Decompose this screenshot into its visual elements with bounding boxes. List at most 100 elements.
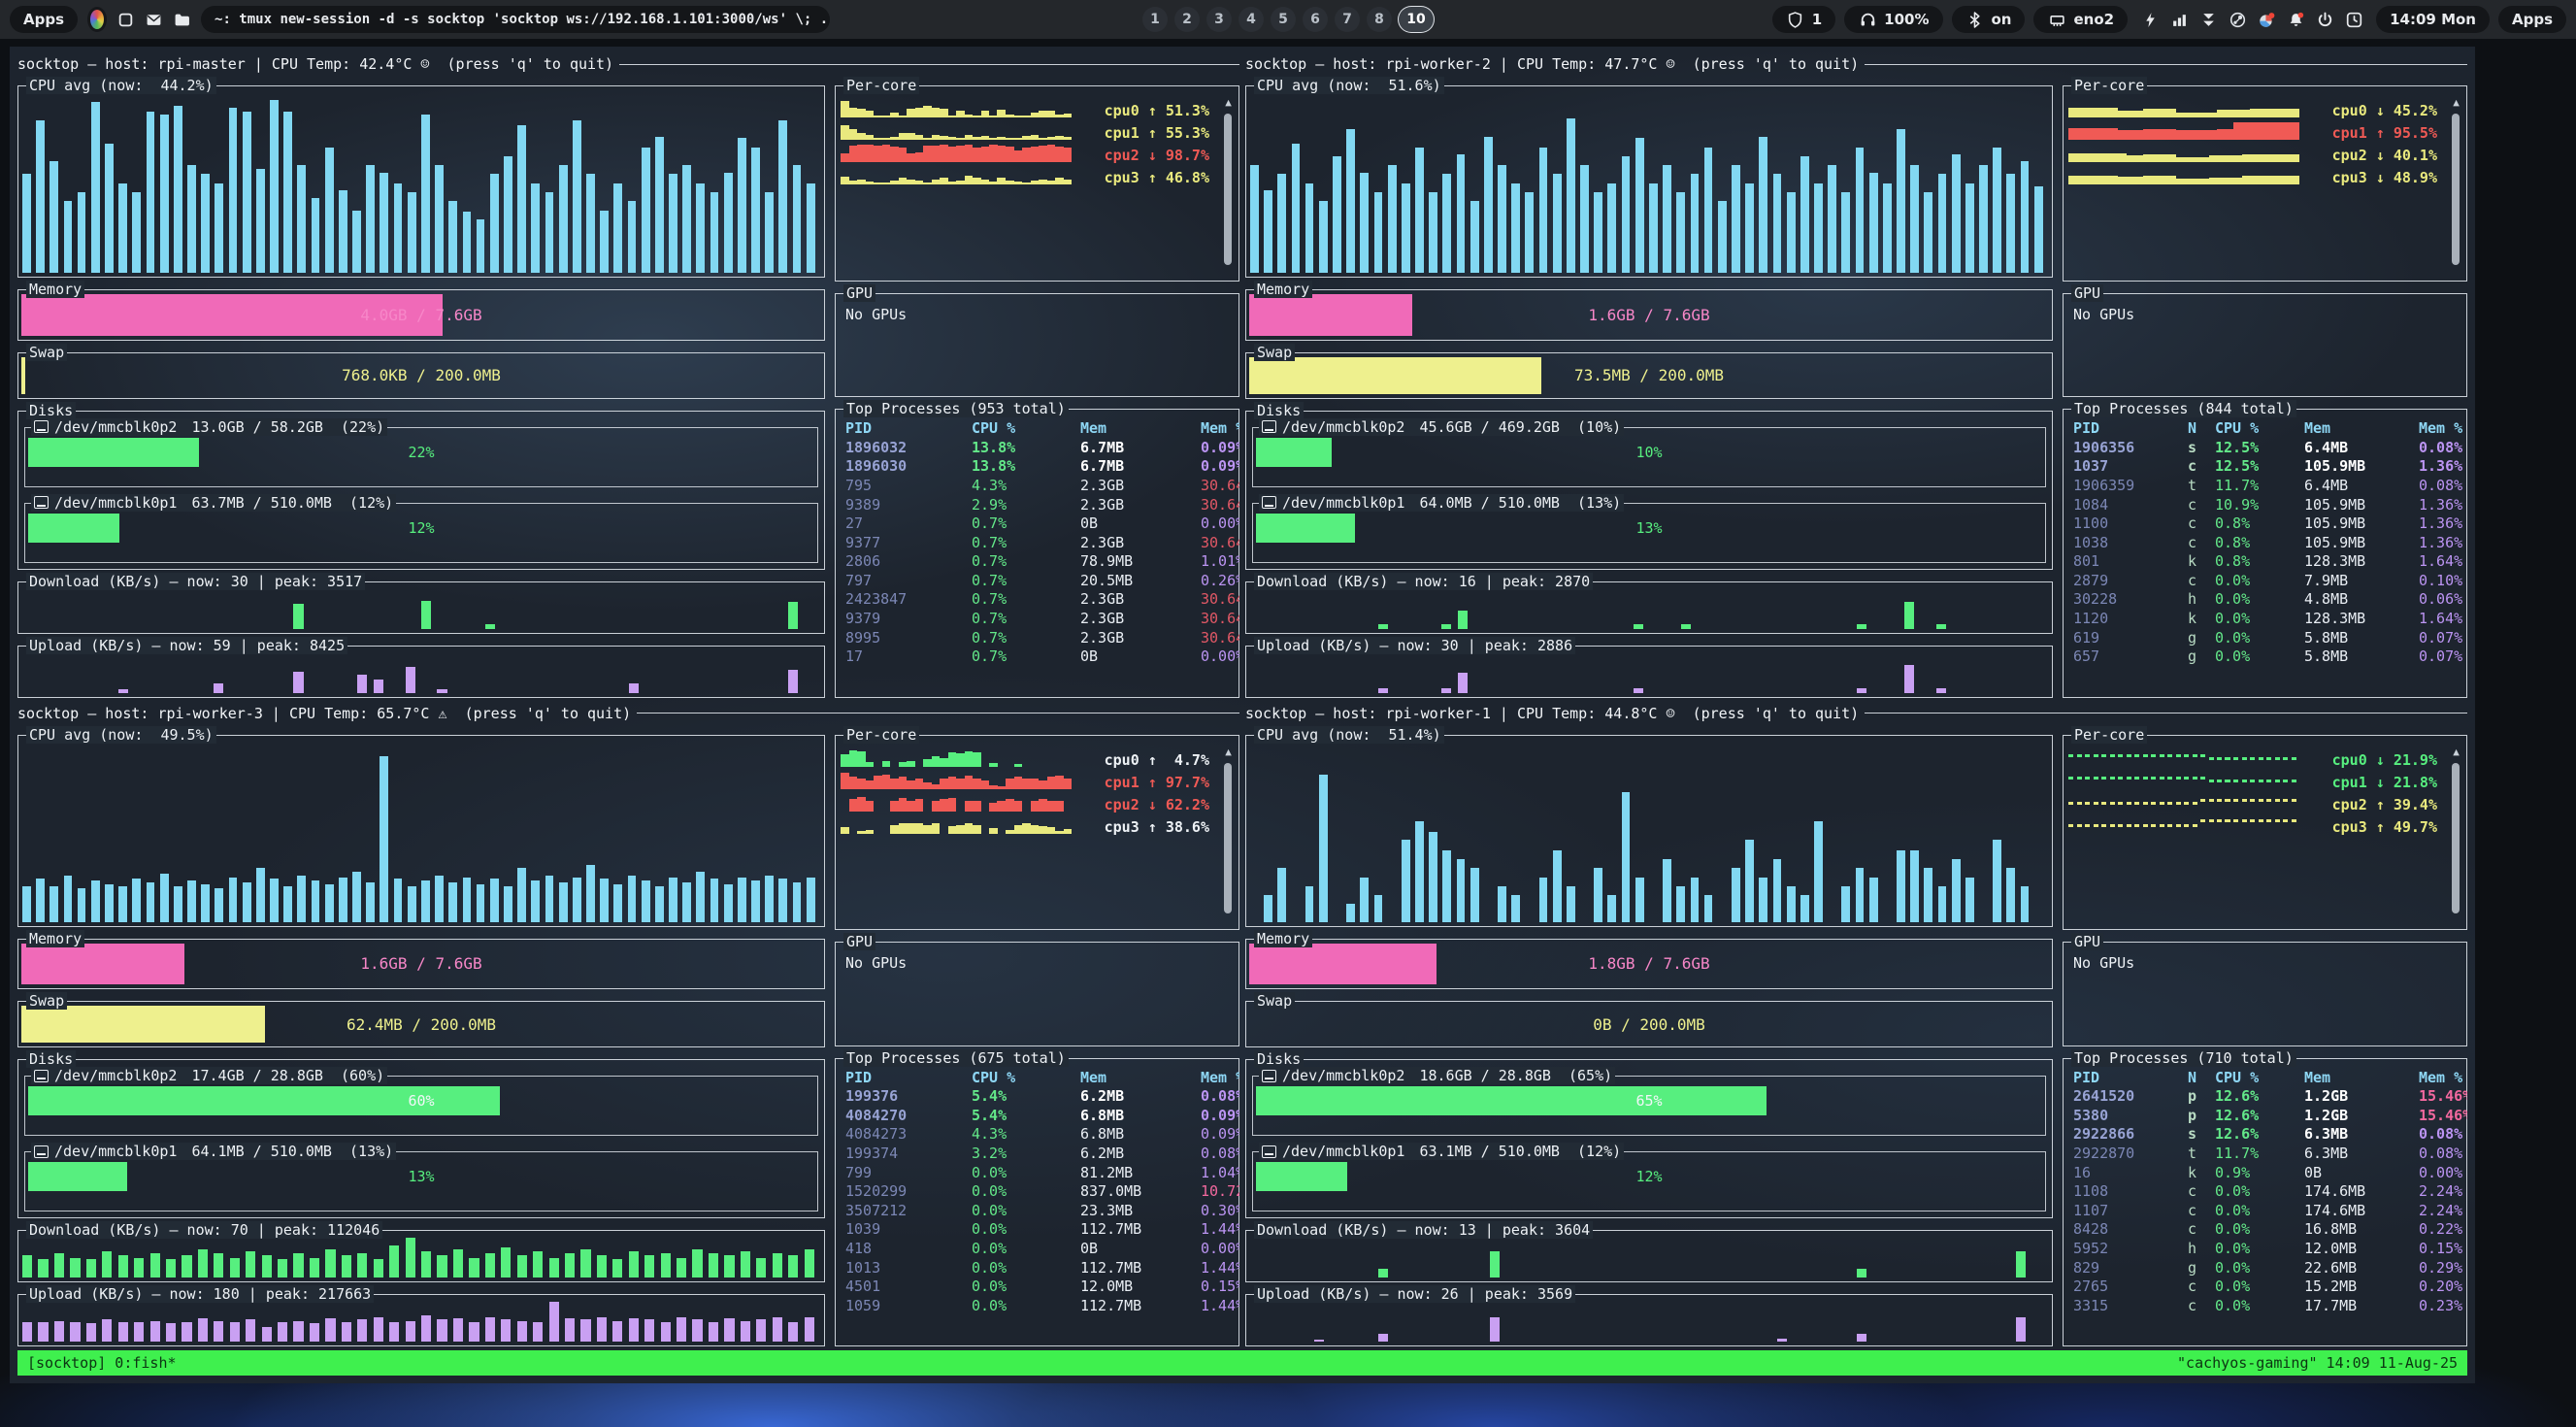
graph-bar — [2242, 799, 2247, 802]
power-icon[interactable] — [2315, 10, 2334, 29]
graph-bar — [669, 878, 677, 922]
cpu-avg-panel-graph — [22, 93, 820, 273]
status-pill-network[interactable]: eno2 — [2033, 6, 2128, 33]
graph-bar — [2167, 754, 2172, 757]
updates-chevron-icon[interactable] — [2198, 10, 2218, 29]
graph-bar — [907, 780, 915, 789]
terminal-pane-rpi-worker-2[interactable]: socktop — host: rpi-worker-2 | CPU Temp:… — [1245, 54, 2467, 698]
per-core-scrollbar[interactable]: ▲ — [1223, 98, 1234, 265]
graph-bar — [1498, 165, 1506, 273]
history-icon[interactable] — [2344, 10, 2363, 29]
steam-icon[interactable] — [2228, 10, 2247, 29]
status-pill-shield[interactable]: 1 — [1772, 6, 1835, 33]
terminal-pane-rpi-master[interactable]: socktop — host: rpi-master | CPU Temp: 4… — [17, 54, 1239, 698]
disk-usage-percent: 12% — [1253, 1162, 2045, 1191]
process-cell: 10.9% — [2215, 496, 2304, 515]
disk-size: 17.4GB / 28.8GB (60%) — [182, 1067, 384, 1084]
graph-bar — [357, 675, 367, 693]
app-circle-icon[interactable] — [87, 10, 107, 29]
scroll-up-icon[interactable]: ▲ — [1223, 98, 1234, 108]
cpu-avg-panel-graph — [1250, 743, 2048, 922]
clock-button[interactable]: 14:09 Mon — [2376, 6, 2490, 33]
workspace-8[interactable]: 8 — [1367, 7, 1392, 32]
graph-bar — [2143, 154, 2152, 162]
pane-left-column: CPU avg (now: 49.5%)Memory1.6GB / 7.6GBS… — [17, 725, 825, 1347]
graph-bar — [1346, 904, 1355, 922]
terminal-window[interactable]: socktop — host: rpi-master | CPU Temp: 4… — [10, 47, 2475, 1383]
graph-bar — [2259, 176, 2267, 184]
package-update-icon[interactable] — [2257, 10, 2276, 29]
mail-icon[interactable] — [144, 10, 163, 29]
graph-bar — [477, 219, 485, 274]
workspace-10[interactable]: 10 — [1399, 7, 1434, 32]
scrollbar-track[interactable] — [2452, 763, 2460, 914]
graph-bar — [1022, 136, 1031, 140]
process-cell: 8995 — [845, 629, 972, 648]
bell-icon[interactable] — [2286, 10, 2305, 29]
status-pill-headphones[interactable]: 100% — [1844, 6, 1942, 33]
apps-button-right[interactable]: Apps — [2498, 6, 2566, 33]
disks-panel: Disks/dev/mmcblk0p2 13.0GB / 58.2GB (22%… — [17, 411, 825, 570]
process-cell: 12.5% — [2215, 457, 2304, 477]
process-cell: 0.00% — [1201, 647, 1239, 667]
process-cell: k — [2188, 1164, 2215, 1183]
scrollbar-track[interactable] — [1224, 114, 1232, 265]
graph-bar — [2176, 179, 2185, 184]
apps-button-left[interactable]: Apps — [10, 6, 78, 33]
process-row: 189603013.8%6.7MB0.09% — [845, 457, 1233, 477]
graph-bar — [981, 147, 990, 163]
graph-bar — [533, 1322, 543, 1342]
window-icon[interactable] — [116, 10, 135, 29]
per-core-scrollbar[interactable]: ▲ — [2451, 98, 2461, 265]
folder-icon[interactable] — [172, 10, 191, 29]
graph-bar — [469, 1322, 479, 1343]
process-cell: 6.4MB — [2304, 477, 2419, 496]
scroll-up-icon[interactable]: ▲ — [2451, 98, 2461, 108]
audio-levels-icon[interactable] — [2169, 10, 2189, 29]
per-core-scrollbar[interactable]: ▲ — [1223, 747, 1234, 914]
upload-panel-label: Upload (KB/s) — now: 59 | peak: 8425 — [26, 637, 347, 654]
graph-bar — [2193, 179, 2201, 184]
graph-bar — [788, 602, 798, 628]
workspace-1[interactable]: 1 — [1142, 7, 1168, 32]
scroll-up-icon[interactable]: ▲ — [2451, 747, 2461, 757]
workspace-4[interactable]: 4 — [1238, 7, 1264, 32]
graph-bar — [246, 1251, 255, 1278]
per-core-scrollbar[interactable]: ▲ — [2451, 747, 2461, 914]
scrollbar-track[interactable] — [1224, 763, 1232, 914]
lightning-icon[interactable] — [2140, 10, 2160, 29]
status-pill-bluetooth[interactable]: on — [1952, 6, 2026, 33]
graph-bar — [2275, 799, 2280, 802]
window-title-button[interactable]: ~: tmux new-session -d -s socktop 'sockt… — [201, 6, 830, 33]
graph-bar — [256, 169, 265, 274]
process-cell: 2922866 — [2073, 1125, 2188, 1145]
process-cell: 1100 — [2073, 514, 2188, 534]
graph-bar — [2217, 799, 2222, 802]
graph-bar — [2167, 802, 2172, 805]
graph-bar — [2167, 109, 2176, 117]
graph-bar — [1378, 688, 1388, 692]
graph-bar — [2283, 757, 2288, 760]
process-cell: 2.24% — [2419, 1182, 2462, 1202]
graph-bar — [2200, 777, 2205, 780]
workspace-5[interactable]: 5 — [1271, 7, 1296, 32]
graph-bar — [882, 775, 891, 789]
terminal-pane-rpi-worker-3[interactable]: socktop — host: rpi-worker-3 | CPU Temp:… — [17, 704, 1239, 1347]
workspace-6[interactable]: 6 — [1303, 7, 1328, 32]
shield-icon — [1786, 10, 1805, 29]
graph-bar — [2283, 780, 2288, 782]
graph-bar — [629, 1318, 639, 1342]
terminal-pane-rpi-worker-1[interactable]: socktop — host: rpi-worker-1 | CPU Temp:… — [1245, 704, 2467, 1347]
graph-bar — [2167, 129, 2176, 140]
graph-bar — [2283, 122, 2292, 140]
workspace-3[interactable]: 3 — [1206, 7, 1232, 32]
graph-bar — [105, 144, 114, 274]
graph-bar — [485, 624, 495, 628]
tmux-session-label[interactable]: [socktop] 0:fish* — [27, 1354, 177, 1372]
workspace-2[interactable]: 2 — [1174, 7, 1200, 32]
workspace-7[interactable]: 7 — [1335, 7, 1360, 32]
disk-mmcblk0p1: /dev/mmcblk0p1 63.1MB / 510.0MB (12%)12% — [1252, 1151, 2046, 1211]
scroll-up-icon[interactable]: ▲ — [1223, 747, 1234, 757]
scrollbar-track[interactable] — [2452, 114, 2460, 265]
graph-bar — [1553, 850, 1562, 922]
